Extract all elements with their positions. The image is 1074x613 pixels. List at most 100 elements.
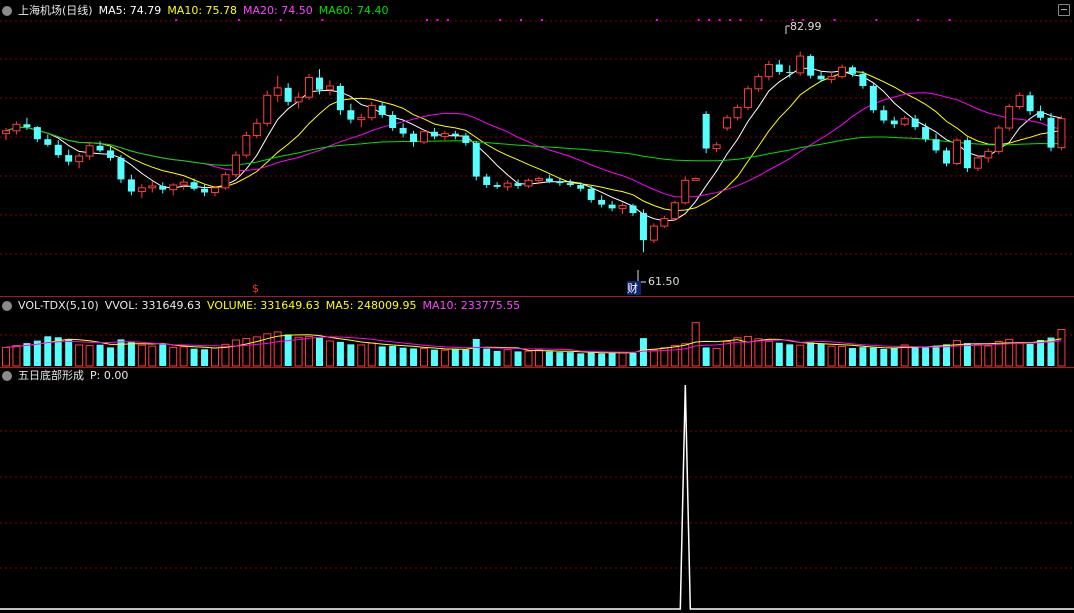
dividend-marker[interactable]: $ xyxy=(252,282,259,295)
volume-header: VOL-TDX(5,10) VVOL: 331649.63 VOLUME: 33… xyxy=(0,299,520,313)
volume-bar xyxy=(96,344,104,366)
collapse-toggle-icon[interactable] xyxy=(2,6,12,16)
candle-body xyxy=(598,199,606,205)
volume-bar xyxy=(545,351,553,366)
candle-body xyxy=(430,131,438,137)
indicator-chart[interactable] xyxy=(0,368,1074,613)
candle xyxy=(838,64,846,79)
price-header: 上海机场(日线) MA5: 74.79 MA10: 75.78 MA20: 74… xyxy=(0,4,388,18)
candle-body xyxy=(534,177,543,181)
candle xyxy=(1026,91,1034,115)
candlestick-chart[interactable]: 82.99 61.50 财 $ xyxy=(0,0,1074,296)
event-dot xyxy=(655,19,658,21)
finance-marker[interactable]: 财 xyxy=(627,281,638,295)
event-dot xyxy=(499,19,502,21)
candle-body xyxy=(848,67,856,74)
candle-body xyxy=(764,63,773,78)
ma60-line xyxy=(5,126,1062,166)
volume-bar xyxy=(127,341,135,366)
candle-body xyxy=(410,133,418,143)
event-dot xyxy=(833,19,836,21)
candle-body xyxy=(911,118,919,128)
event-dot xyxy=(520,19,523,21)
candle-body xyxy=(1047,117,1055,148)
candle-body xyxy=(357,117,366,121)
indicator-panel[interactable]: 五日底部形成 P: 0.00 xyxy=(0,368,1074,613)
candle xyxy=(294,92,303,109)
volume-bar xyxy=(712,347,721,367)
candle xyxy=(524,178,533,188)
candle-body xyxy=(127,179,135,192)
candle xyxy=(159,182,167,194)
candle xyxy=(462,132,470,146)
event-dot xyxy=(446,19,449,21)
indicator-header: 五日底部形成 P: 0.00 xyxy=(0,369,128,383)
candle-body xyxy=(336,85,344,111)
candle-body xyxy=(649,225,658,241)
volume-bar xyxy=(85,345,94,367)
candle-body xyxy=(316,77,323,90)
candle xyxy=(1005,103,1014,131)
candle-body xyxy=(179,181,188,186)
volume-bar xyxy=(587,352,595,366)
volume-bar xyxy=(764,340,773,367)
candle xyxy=(639,209,647,253)
volume-bar xyxy=(775,342,783,366)
volume-bar xyxy=(691,322,700,367)
candle xyxy=(12,121,21,135)
volume-bar xyxy=(211,347,219,367)
price-panel[interactable]: 上海机场(日线) MA5: 74.79 MA10: 75.78 MA20: 74… xyxy=(0,0,1074,296)
candle-body xyxy=(294,96,303,103)
candle-body xyxy=(994,127,1003,152)
candle-body xyxy=(733,106,742,119)
volume-bar xyxy=(462,349,470,366)
candle-body xyxy=(775,64,783,72)
volume-bar xyxy=(12,345,21,367)
candle xyxy=(420,129,428,144)
candle-body xyxy=(347,110,355,120)
volume-bar xyxy=(23,343,31,366)
candle-body xyxy=(566,183,574,186)
volume-bar xyxy=(670,345,679,367)
candle-body xyxy=(137,187,146,193)
candle xyxy=(179,179,188,190)
candle-body xyxy=(284,87,292,102)
volume-bar xyxy=(629,353,637,366)
event-dot xyxy=(426,19,428,21)
candle-body xyxy=(1037,111,1045,118)
candle-body xyxy=(900,118,909,125)
candle xyxy=(880,105,888,124)
candle-body xyxy=(252,122,261,136)
candle-body xyxy=(973,157,982,169)
vol-ma10-readout: MA10: 233775.55 xyxy=(422,299,521,312)
candle-body xyxy=(2,130,10,135)
candle-body xyxy=(807,56,815,76)
candle-body xyxy=(462,135,470,143)
candle xyxy=(33,126,41,143)
volume-bar xyxy=(880,348,888,366)
volume-bar xyxy=(1015,342,1024,367)
indicator-toggle-icon[interactable] xyxy=(2,371,12,381)
candle xyxy=(65,149,73,166)
candle xyxy=(660,215,669,228)
volume-bar xyxy=(503,349,512,367)
volume-toggle-icon[interactable] xyxy=(2,301,12,311)
candle xyxy=(764,60,773,81)
volume-bar xyxy=(963,343,971,366)
candle-body xyxy=(754,76,763,90)
volume-bar xyxy=(649,349,658,367)
candle xyxy=(410,130,418,147)
volume-bar xyxy=(566,352,574,366)
candle xyxy=(712,142,721,153)
candle xyxy=(451,130,459,140)
event-dot xyxy=(321,19,324,21)
ma20-readout: MA20: 74.50 xyxy=(243,4,313,17)
volume-bar xyxy=(754,338,763,367)
volume-bar xyxy=(201,349,209,366)
volume-bar xyxy=(514,351,522,366)
indicator-name: 五日底部形成 xyxy=(18,369,84,382)
volume-panel[interactable]: VOL-TDX(5,10) VVOL: 331649.63 VOLUME: 33… xyxy=(0,297,1074,367)
candle-body xyxy=(932,139,940,151)
candle-body xyxy=(1026,95,1034,112)
candle xyxy=(231,151,240,178)
